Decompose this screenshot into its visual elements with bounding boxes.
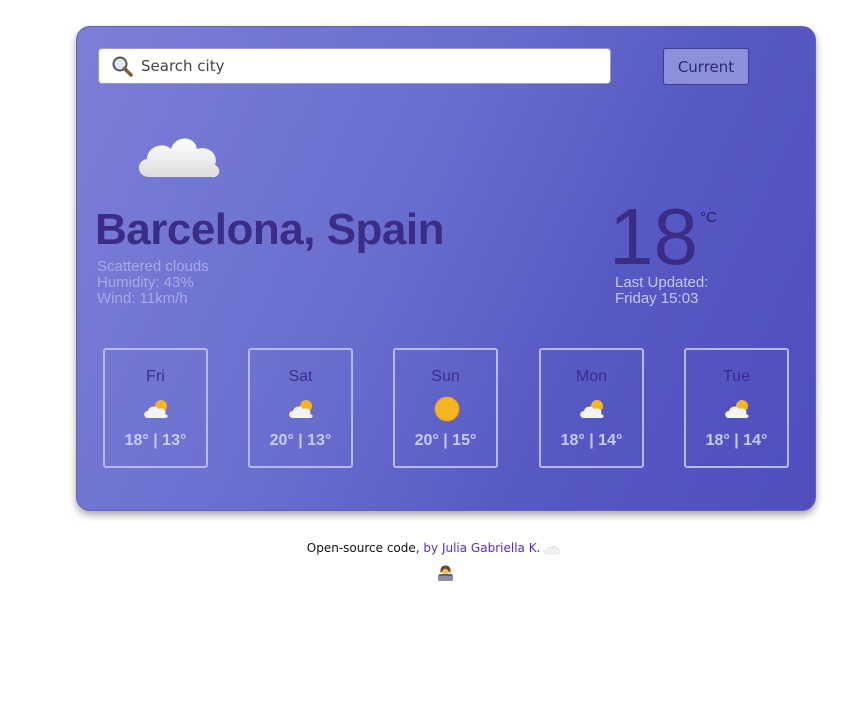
forecast-temps: 18° | 14°: [560, 432, 623, 449]
forecast-temps: 18° | 13°: [124, 432, 187, 449]
forecast-temps: 18° | 14°: [705, 432, 768, 449]
footer: Open-source code, by Julia Gabriella K.: [0, 541, 867, 555]
last-updated-time: Friday 15:03: [615, 290, 699, 307]
temperature-unit[interactable]: °C: [700, 209, 717, 226]
forecast-day-mon: Mon 18° | 14°: [539, 348, 644, 468]
forecast-day-name: Mon: [575, 368, 608, 385]
partly-cloudy-icon: [289, 400, 313, 418]
forecast-day-fri: Fri 18° | 13°: [103, 348, 208, 468]
weather-description: Scattered clouds: [97, 258, 209, 275]
search-box[interactable]: [98, 48, 611, 84]
forecast-day-name: Sat: [288, 368, 313, 385]
forecast-day-sat: Sat 20° | 13°: [248, 348, 353, 468]
partly-cloudy-icon: [725, 400, 749, 418]
last-updated: Last Updated: Friday 15:03: [615, 275, 708, 307]
cloud-icon: [544, 545, 560, 554]
author-link[interactable]: by Julia Gabriella K.: [423, 541, 540, 555]
forecast-temps: 20° | 15°: [414, 432, 477, 449]
city-name: Barcelona, Spain: [95, 205, 445, 254]
current-temperature: 18: [609, 192, 698, 281]
forecast-day-tue: Tue 18° | 14°: [684, 348, 789, 468]
forecast-day-name: Tue: [723, 368, 750, 385]
woman-technologist-icon: [438, 565, 453, 581]
humidity: Humidity: 43%: [97, 274, 194, 291]
partly-cloudy-icon: [580, 400, 604, 418]
forecast-day-sun: Sun 20° | 15°: [393, 348, 498, 468]
forecast-day-name: Sun: [431, 368, 460, 385]
last-updated-label: Last Updated:: [615, 274, 709, 291]
weather-details: Scattered clouds Humidity: 43% Wind: 11k…: [97, 259, 209, 307]
forecast-day-name: Fri: [146, 368, 165, 385]
current-location-button[interactable]: Current: [663, 48, 749, 85]
cloud-icon: [138, 138, 220, 178]
search-icon: [112, 56, 133, 77]
footer-text: Open-source code,: [306, 541, 420, 555]
wind: Wind: 11km/h: [97, 290, 188, 307]
forecast-temps: 20° | 13°: [269, 432, 332, 449]
partly-cloudy-icon: [144, 400, 168, 418]
weather-card: Current Barcelona, Spain Scattered cloud…: [76, 26, 816, 511]
sun-icon: [434, 396, 460, 422]
search-input[interactable]: [139, 56, 583, 76]
